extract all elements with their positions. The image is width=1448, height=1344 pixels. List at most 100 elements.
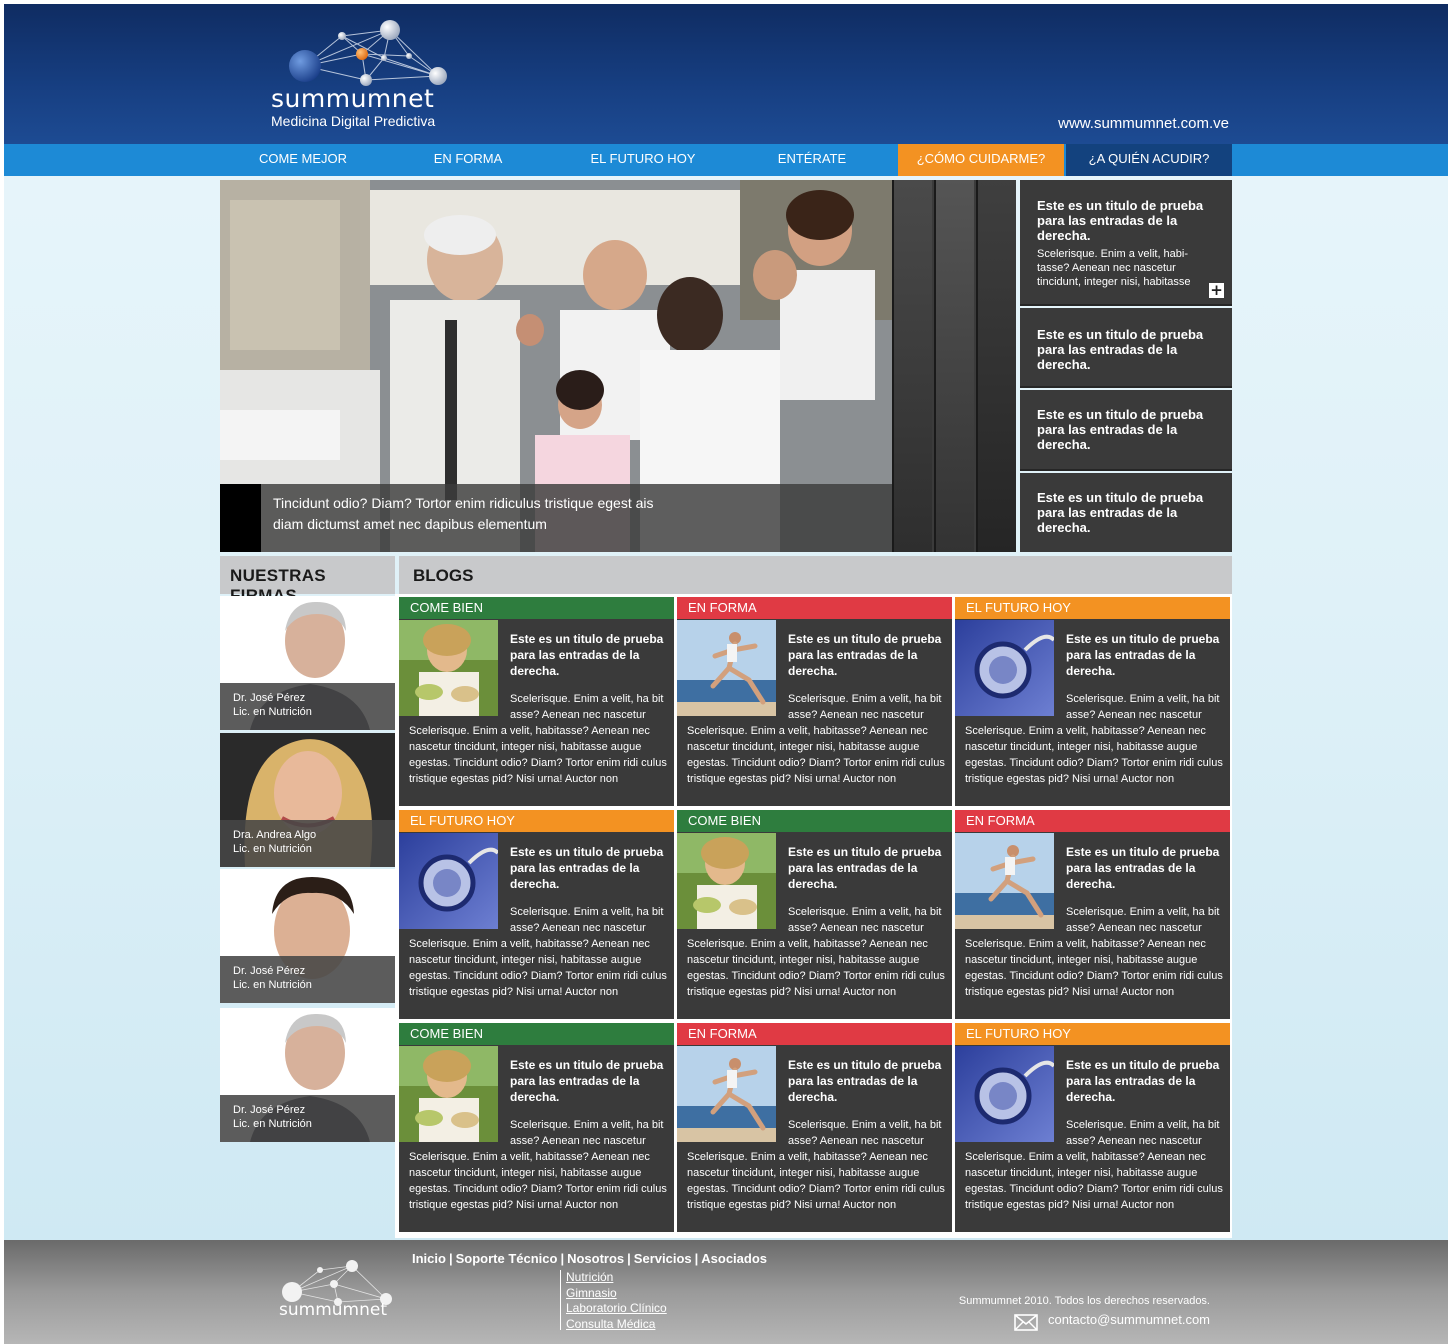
footer-sublink-nutricion[interactable]: Nutrición: [566, 1270, 667, 1286]
side-post[interactable]: Este es un titulo de prueba para las ent…: [1020, 180, 1232, 306]
blog-card-title[interactable]: Este es un titulo de prueba para las ent…: [788, 1057, 946, 1105]
nav-item-come-mejor[interactable]: COME MEJOR: [243, 144, 363, 176]
blog-card-tag[interactable]: COME BIEN: [677, 810, 952, 832]
firma-card[interactable]: Dra. Andrea Algo Lic. en Nutrición: [220, 733, 395, 867]
blog-card-excerpt-body: Scelerisque. Enim a velit, habitasse? Ae…: [965, 938, 1223, 998]
nav-item-enterate[interactable]: ENTÉRATE: [752, 144, 872, 176]
footer-link-inicio[interactable]: Inicio: [412, 1251, 446, 1266]
blog-card-tag[interactable]: COME BIEN: [399, 597, 674, 619]
blog-card-excerpt: Scelerisque. Enim a velit, ha bit asse? …: [409, 904, 671, 1000]
footer-link-servicios[interactable]: Servicios: [634, 1251, 692, 1266]
hero-thumb-strip[interactable]: [934, 180, 974, 552]
firmas-header: NUESTRAS FIRMAS: [220, 556, 395, 605]
blog-card-excerpt: Scelerisque. Enim a velit, ha bit asse? …: [965, 904, 1227, 1000]
network-logo-icon[interactable]: [274, 1254, 404, 1334]
firma-card[interactable]: Dr. José Pérez Lic. en Nutrición: [220, 1008, 395, 1142]
blog-card[interactable]: COME BIEN Este es un titulo de prueba pa…: [677, 810, 952, 1019]
blog-card-title[interactable]: Este es un titulo de prueba para las ent…: [1066, 1057, 1224, 1105]
blog-card-title[interactable]: Este es un titulo de prueba para las ent…: [1066, 631, 1224, 679]
firma-caption: Dr. José Pérez Lic. en Nutrición: [220, 956, 395, 1003]
blog-card-title[interactable]: Este es un titulo de prueba para las ent…: [510, 844, 668, 892]
blog-card-tag[interactable]: EN FORMA: [677, 1023, 952, 1045]
side-posts: Este es un titulo de prueba para las ent…: [1020, 180, 1232, 552]
footer-sublink-laboratorio[interactable]: Laboratorio Clínico: [566, 1301, 667, 1317]
blog-card-excerpt-intro: Scelerisque. Enim a velit, ha bit asse? …: [788, 693, 942, 721]
firma-role: Lic. en Nutrición: [233, 706, 312, 718]
blog-card[interactable]: COME BIEN Este es un titulo de prueba pa…: [399, 1023, 674, 1232]
blog-card-tag[interactable]: EN FORMA: [677, 597, 952, 619]
blog-card-excerpt-intro: Scelerisque. Enim a velit, ha bit asse? …: [1066, 693, 1220, 721]
footer-contact-email[interactable]: contacto@summumnet.com: [1048, 1312, 1210, 1327]
blog-card-excerpt-intro: Scelerisque. Enim a velit, ha bit asse? …: [788, 906, 942, 934]
hero-slider[interactable]: Tincidunt odio? Diam? Tortor enim ridicu…: [220, 180, 1016, 552]
side-post-title: Este es un titulo de prueba para las ent…: [1037, 407, 1204, 452]
side-post[interactable]: Este es un titulo de prueba para las ent…: [1020, 473, 1232, 552]
firma-card[interactable]: Dr. José Pérez Lic. en Nutrición: [220, 596, 395, 730]
brand-tagline: Medicina Digital Predictiva: [271, 113, 436, 129]
site-header: summumnet Medicina Digital Predictiva ww…: [4, 4, 1448, 144]
footer-link-soporte[interactable]: Soporte Técnico: [456, 1251, 558, 1266]
firma-caption: Dra. Andrea Algo Lic. en Nutrición: [220, 820, 395, 867]
blog-card-excerpt-intro: Scelerisque. Enim a velit, ha bit asse? …: [788, 1119, 942, 1147]
firma-card[interactable]: Dr. José Pérez Lic. en Nutrición: [220, 869, 395, 1003]
blog-card-excerpt: Scelerisque. Enim a velit, ha bit asse? …: [409, 691, 671, 787]
plus-icon[interactable]: +: [1209, 283, 1224, 298]
blog-card[interactable]: EL FUTURO HOY Este es un titulo de prueb…: [399, 810, 674, 1019]
blog-card-excerpt-body: Scelerisque. Enim a velit, habitasse? Ae…: [965, 725, 1223, 785]
firma-role: Lic. en Nutrición: [233, 979, 312, 991]
blog-card-excerpt: Scelerisque. Enim a velit, ha bit asse? …: [965, 691, 1227, 787]
firma-name: Dr. José Pérez: [233, 692, 306, 704]
blog-card-tag[interactable]: EL FUTURO HOY: [399, 810, 674, 832]
blog-card[interactable]: EN FORMA Este es un titulo de prueba par…: [677, 597, 952, 806]
blog-card-excerpt-intro: Scelerisque. Enim a velit, ha bit asse? …: [510, 1119, 664, 1147]
hero-thumb-strip[interactable]: [976, 180, 1016, 552]
blog-card-tag[interactable]: EL FUTURO HOY: [955, 597, 1230, 619]
hero-thumb-strip[interactable]: [892, 180, 932, 552]
nav-item-a-quien-acudir[interactable]: ¿A QUIÉN ACUDIR?: [1066, 144, 1232, 176]
blog-card-tag[interactable]: EL FUTURO HOY: [955, 1023, 1230, 1045]
blog-card-title[interactable]: Este es un titulo de prueba para las ent…: [788, 631, 946, 679]
blog-card-title[interactable]: Este es un titulo de prueba para las ent…: [510, 1057, 668, 1105]
blog-card[interactable]: EL FUTURO HOY Este es un titulo de prueb…: [955, 1023, 1230, 1232]
blog-card[interactable]: COME BIEN Este es un titulo de prueba pa…: [399, 597, 674, 806]
blog-card-title[interactable]: Este es un titulo de prueba para las ent…: [788, 844, 946, 892]
mail-icon[interactable]: [1014, 1314, 1038, 1331]
site-url[interactable]: www.summumnet.com.ve: [1058, 115, 1229, 132]
nav-item-en-forma[interactable]: EN FORMA: [408, 144, 528, 176]
blog-card-title[interactable]: Este es un titulo de prueba para las ent…: [510, 631, 668, 679]
firma-name: Dra. Andrea Algo: [233, 829, 317, 841]
blog-card-excerpt: Scelerisque. Enim a velit, ha bit asse? …: [965, 1117, 1227, 1213]
side-post[interactable]: Este es un titulo de prueba para las ent…: [1020, 390, 1232, 471]
hero-caption-marker: [220, 484, 261, 552]
firma-role: Lic. en Nutrición: [233, 1118, 312, 1130]
blog-card-title[interactable]: Este es un titulo de prueba para las ent…: [1066, 844, 1224, 892]
hero-caption-bar: Tincidunt odio? Diam? Tortor enim ridicu…: [220, 484, 892, 552]
side-post-excerpt: Scelerisque. Enim a velit, habi-tasse? A…: [1037, 248, 1191, 288]
footer-link-asociados[interactable]: Asociados: [701, 1251, 767, 1266]
blog-card-tag[interactable]: EN FORMA: [955, 810, 1230, 832]
nav-item-el-futuro-hoy[interactable]: EL FUTURO HOY: [568, 144, 718, 176]
blog-card-excerpt-intro: Scelerisque. Enim a velit, ha bit asse? …: [510, 693, 664, 721]
blog-card-excerpt-body: Scelerisque. Enim a velit, habitasse? Ae…: [409, 938, 667, 998]
side-post[interactable]: Este es un titulo de prueba para las ent…: [1020, 308, 1232, 388]
footer-copyright: Summumnet 2010. Todos los derechos reser…: [958, 1295, 1210, 1307]
blog-card[interactable]: EN FORMA Este es un titulo de prueba par…: [955, 810, 1230, 1019]
main-nav: COME MEJOR EN FORMA EL FUTURO HOY ENTÉRA…: [4, 144, 1448, 176]
page: summumnet Medicina Digital Predictiva ww…: [4, 4, 1448, 1344]
nav-item-como-cuidarme[interactable]: ¿CÓMO CUIDARME?: [898, 144, 1064, 176]
blog-card[interactable]: EN FORMA Este es un titulo de prueba par…: [677, 1023, 952, 1232]
firma-name: Dr. José Pérez: [233, 965, 306, 977]
blog-card-excerpt: Scelerisque. Enim a velit, ha bit asse? …: [687, 1117, 949, 1213]
footer-link-nosotros[interactable]: Nosotros: [567, 1251, 624, 1266]
side-post-title: Este es un titulo de prueba para las ent…: [1037, 490, 1204, 535]
side-post-title: Este es un titulo de prueba para las ent…: [1037, 198, 1204, 243]
blog-card-tag[interactable]: COME BIEN: [399, 1023, 674, 1045]
blog-card-excerpt: Scelerisque. Enim a velit, ha bit asse? …: [409, 1117, 671, 1213]
firma-caption: Dr. José Pérez Lic. en Nutrición: [220, 1095, 395, 1142]
firma-name: Dr. José Pérez: [233, 1104, 306, 1116]
footer-sublink-gimnasio[interactable]: Gimnasio: [566, 1286, 667, 1302]
blog-card-excerpt: Scelerisque. Enim a velit, ha bit asse? …: [687, 904, 949, 1000]
blog-card-excerpt-body: Scelerisque. Enim a velit, habitasse? Ae…: [409, 725, 667, 785]
footer-sublink-consulta[interactable]: Consulta Médica: [566, 1317, 667, 1333]
blog-card[interactable]: EL FUTURO HOY Este es un titulo de prueb…: [955, 597, 1230, 806]
